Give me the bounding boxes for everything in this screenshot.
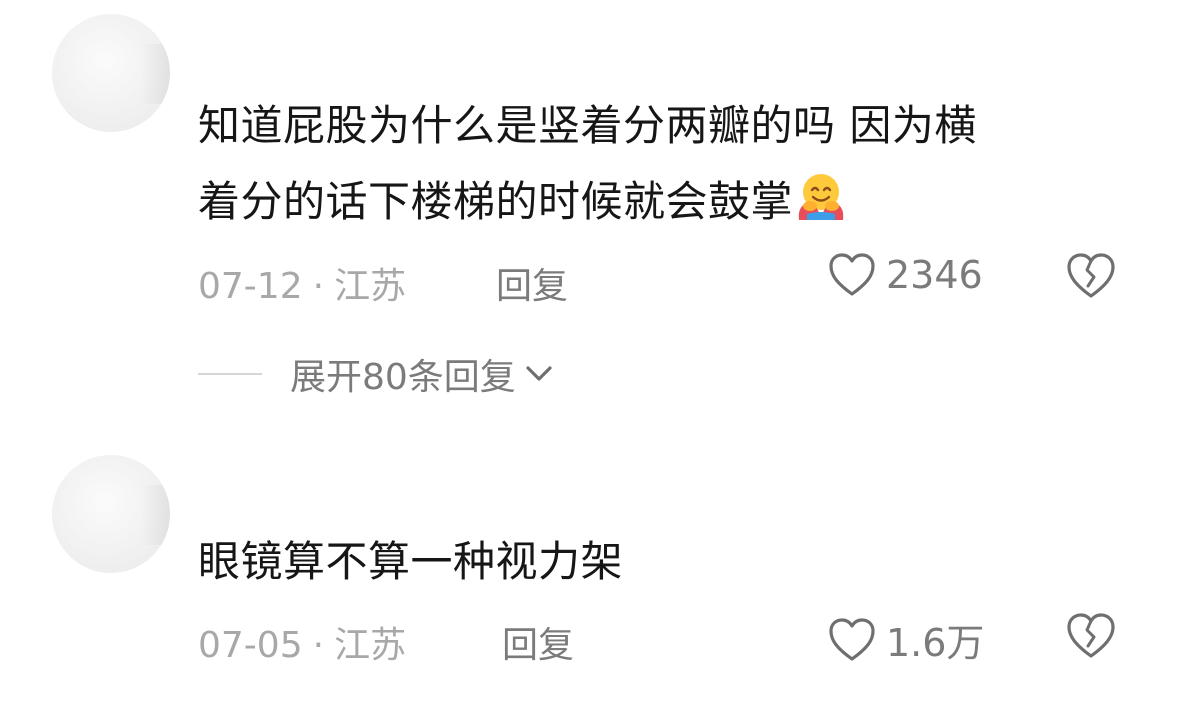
comment-text-line-1: 知道屁股为什么是竖着分两瓣的吗 因为横 [198, 101, 977, 150]
like-count: 2346 [886, 253, 983, 297]
like-button[interactable]: 1.6万 [828, 612, 984, 667]
dislike-button[interactable] [1066, 612, 1116, 664]
like-button[interactable]: 2346 [828, 252, 983, 298]
avatar[interactable] [52, 14, 170, 132]
comment-date: 07-05 [198, 625, 303, 666]
comment-meta: 07-05 · 江苏 [198, 616, 406, 668]
reply-button[interactable]: 回复 [502, 616, 574, 668]
expand-replies-button[interactable]: 展开80条回复 [198, 348, 554, 400]
comment-text-line-2-content: 着分的话下楼梯的时候就会鼓掌 [198, 177, 794, 226]
comment-meta: 07-12 · 江苏 [198, 257, 406, 309]
hugging-face-emoji-icon [798, 174, 844, 220]
like-count: 1.6万 [886, 621, 985, 665]
expand-divider-line [198, 373, 262, 375]
comment-date: 07-12 [198, 266, 303, 307]
meta-separator: · [312, 266, 325, 307]
avatar[interactable] [52, 455, 170, 573]
heart-outline-icon [829, 617, 875, 661]
chevron-down-icon [526, 366, 552, 381]
avatar-shade [140, 485, 170, 545]
expand-replies-label: 展开80条回复 [290, 357, 516, 398]
comment-text-line-1: 眼镜算不算一种视力架 [198, 537, 624, 586]
comment-text: 知道屁股为什么是竖着分两瓣的吗 因为横 着分的话下楼梯的时候就会鼓掌 [198, 88, 977, 240]
comment-text-line-2: 着分的话下楼梯的时候就会鼓掌 [198, 164, 977, 240]
comment-location: 江苏 [334, 625, 407, 666]
broken-heart-outline-icon [1067, 253, 1115, 298]
avatar-shade [140, 44, 170, 104]
heart-outline-icon [829, 253, 875, 296]
comment-text: 眼镜算不算一种视力架 [198, 524, 623, 600]
meta-separator: · [312, 625, 325, 666]
reply-button[interactable]: 回复 [496, 257, 568, 309]
dislike-button[interactable] [1066, 252, 1116, 304]
comment-location: 江苏 [334, 266, 407, 307]
broken-heart-outline-icon [1067, 613, 1115, 658]
